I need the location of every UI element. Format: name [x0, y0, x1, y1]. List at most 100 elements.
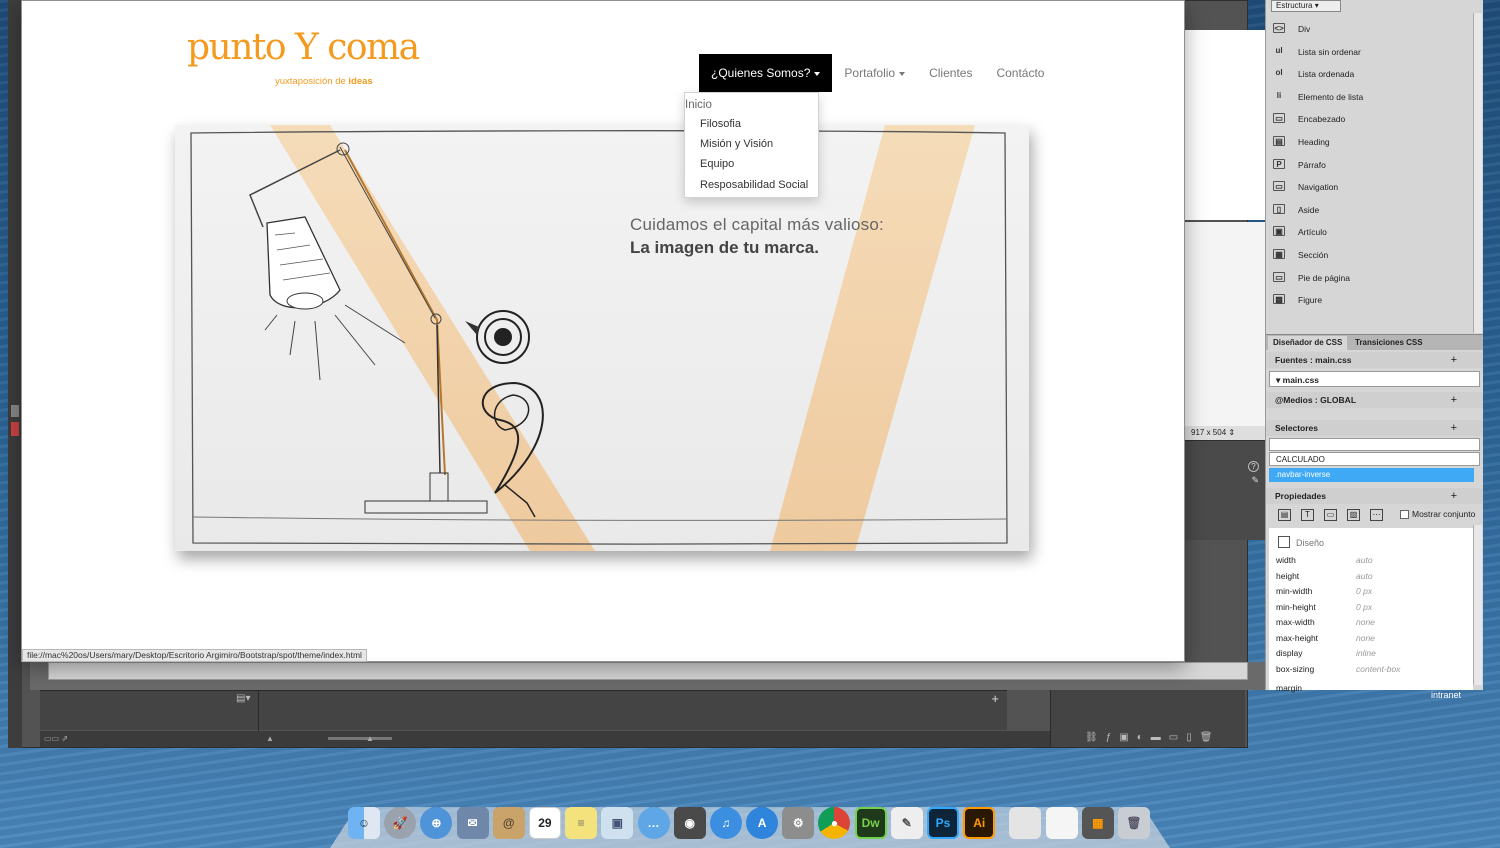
itunes-icon[interactable]: ♫ — [709, 807, 742, 839]
insert-figure[interactable]: ▩ Figure — [1266, 289, 1472, 312]
dropdown-item-mision-vision[interactable]: Misión y Visión — [700, 138, 773, 150]
panel-scrollbar[interactable] — [1473, 13, 1482, 333]
safari-icon[interactable]: ⊕ — [420, 807, 453, 839]
add-media-icon[interactable]: + — [1451, 392, 1457, 408]
navigation-icon: ▭ — [1273, 181, 1285, 192]
window-size-readout[interactable]: 917 x 504 ⇕ — [1185, 426, 1265, 440]
tab-css-transitions[interactable]: Transiciones CSS — [1350, 336, 1428, 351]
panel-menu-icon[interactable]: ▤▾ — [236, 693, 250, 704]
facetime-icon[interactable]: ◉ — [673, 807, 706, 839]
launchpad-icon[interactable]: 🚀 — [384, 807, 417, 839]
add-property-icon[interactable]: + — [1451, 488, 1457, 504]
site-logo[interactable]: punto Y coma yuxtaposición de ideas — [187, 27, 420, 88]
nav-item-clientes[interactable]: Clientes — [917, 54, 984, 92]
source-item[interactable]: ▾ main.css — [1269, 371, 1480, 387]
property-row[interactable]: max-width none — [1276, 617, 1476, 627]
notes-icon[interactable]: ≡ — [565, 807, 598, 839]
property-row[interactable]: max-height none — [1276, 633, 1476, 643]
panel-toggle-icon[interactable]: ▭▭ ⇗ — [44, 734, 68, 743]
zoom-small-icon[interactable]: ▲ — [266, 734, 274, 743]
selector-selected[interactable]: .navbar-inverse — [1269, 468, 1474, 482]
property-row[interactable]: min-height 0 px — [1276, 602, 1476, 612]
property-row[interactable]: width auto — [1276, 555, 1476, 565]
border-icon[interactable]: ▭ — [1324, 509, 1337, 521]
zoom-slider[interactable] — [328, 737, 392, 740]
insert-section[interactable]: ▦ Sección — [1266, 244, 1472, 267]
dropdown-item-responsabilidad-social[interactable]: Resposabilidad Social — [700, 179, 808, 191]
code-strip — [48, 662, 1248, 680]
insert-unordered-list[interactable]: ul Lista sin ordenar — [1266, 41, 1472, 64]
insert-aside[interactable]: ▯ Aside — [1266, 199, 1472, 222]
illustrator-file-icon[interactable]: ▦ — [1081, 807, 1114, 839]
live-view-area — [1185, 222, 1265, 427]
selector-search-input[interactable] — [1269, 438, 1480, 451]
properties-scrollbar[interactable] — [1473, 525, 1482, 685]
add-source-icon[interactable]: + — [1451, 352, 1457, 368]
insert-ordered-list[interactable]: ol Lista ordenada — [1266, 63, 1472, 86]
insert-footer[interactable]: ▭ Pie de página — [1266, 267, 1472, 290]
main-nav: ¿Quienes Somos? Portafolio Clientes Cont… — [699, 54, 1056, 92]
insert-div[interactable]: <> Div — [1266, 18, 1472, 41]
browser-preview-window: punto Y coma yuxtaposición de ideas ¿Qui… — [21, 0, 1185, 662]
dropdown-header[interactable]: Inicio — [685, 99, 712, 111]
document-icon[interactable] — [1009, 807, 1042, 839]
property-category-icons: ▤ T ▭ ▨ ⋯ — [1278, 509, 1383, 521]
nav-item-portafolio[interactable]: Portafolio — [832, 54, 917, 92]
chrome-icon[interactable]: ● — [818, 807, 851, 839]
show-set-checkbox[interactable]: Mostrar conjunto — [1400, 509, 1475, 520]
layout-icon[interactable]: ▤ — [1278, 509, 1291, 521]
category-select[interactable]: Estructura ▾ — [1271, 0, 1341, 12]
help-icon[interactable]: ? — [1248, 461, 1259, 472]
section-icon: ▦ — [1273, 248, 1285, 259]
illustrator-icon[interactable]: Ai — [963, 807, 996, 839]
property-row[interactable]: height auto — [1276, 571, 1476, 581]
system-preferences-icon[interactable]: ⚙ — [782, 807, 815, 839]
css-panel-tabs: Diseñador de CSS Transiciones CSS — [1266, 334, 1483, 351]
ol-icon: ol — [1275, 68, 1283, 78]
mail-icon[interactable]: ✉ — [456, 807, 489, 839]
insert-heading[interactable]: ▤ Heading — [1266, 131, 1472, 154]
bottom-panel: ▤▾ + — [40, 690, 1007, 731]
insert-article[interactable]: ▣ Artículo — [1266, 221, 1472, 244]
toolbar-color-swatch[interactable] — [11, 422, 19, 436]
insert-list-item[interactable]: li Elemento de lista — [1266, 86, 1472, 109]
insert-header[interactable]: ▭ Encabezado — [1266, 108, 1472, 131]
selector-computed[interactable]: CALCULADO — [1269, 452, 1480, 466]
toolbar-swatch[interactable] — [11, 405, 19, 417]
tab-css-designer[interactable]: Diseñador de CSS — [1268, 336, 1348, 351]
nav-item-quienes-somos[interactable]: ¿Quienes Somos? — [699, 54, 833, 92]
nav-item-contacto[interactable]: Contácto — [984, 54, 1056, 92]
add-selector-icon[interactable]: + — [1451, 420, 1457, 436]
dropdown-item-filosofia[interactable]: Filosofia — [700, 118, 741, 130]
dropdown-menu: Inicio Filosofia Misión y Visión Equipo … — [684, 92, 819, 198]
property-row[interactable]: box-sizing content-box — [1276, 664, 1476, 674]
app-store-icon[interactable]: A — [746, 807, 779, 839]
add-icon[interactable]: + — [991, 691, 999, 706]
dropdown-item-equipo[interactable]: Equipo — [700, 158, 734, 170]
finder-icon[interactable]: ☺ — [348, 807, 380, 839]
dreamweaver-icon[interactable]: Dw — [854, 807, 887, 839]
calendar-icon[interactable]: 29 — [528, 807, 561, 839]
textedit-icon[interactable]: ✎ — [890, 807, 923, 839]
photoshop-icon[interactable]: Ps — [927, 807, 959, 839]
background-icon[interactable]: ▨ — [1347, 509, 1360, 521]
property-row[interactable]: min-width 0 px — [1276, 586, 1476, 596]
insert-navigation[interactable]: ▭ Navigation — [1266, 176, 1472, 199]
desktop-folder-label[interactable]: intranet — [1431, 690, 1461, 700]
property-row[interactable]: display inline — [1276, 648, 1476, 658]
document-icon[interactable] — [1045, 807, 1078, 839]
more-icon[interactable]: ⋯ — [1370, 509, 1383, 521]
text-icon[interactable]: T — [1301, 509, 1314, 521]
messages-icon[interactable]: … — [637, 807, 670, 839]
contacts-icon[interactable]: @ — [492, 807, 525, 839]
files-toolbar-icons[interactable]: ⛓ƒ▣◐▬▭▯🗑 — [1085, 732, 1220, 743]
zoom-large-icon[interactable]: ▲ — [366, 734, 374, 743]
insert-paragraph[interactable]: P Párrafo — [1266, 154, 1472, 177]
edit-icon[interactable]: ✎ — [1251, 475, 1259, 486]
structure-list: <> Div ul Lista sin ordenar ol Lista ordena… — [1266, 18, 1472, 312]
preview-icon[interactable]: ▣ — [601, 807, 634, 839]
trash-icon[interactable]: 🗑 — [1117, 807, 1150, 839]
hero-heading-bold: La imagen de tu marca. — [630, 238, 819, 257]
logo-wordmark: punto Y coma — [187, 27, 420, 68]
checkbox-icon[interactable] — [1400, 510, 1409, 520]
